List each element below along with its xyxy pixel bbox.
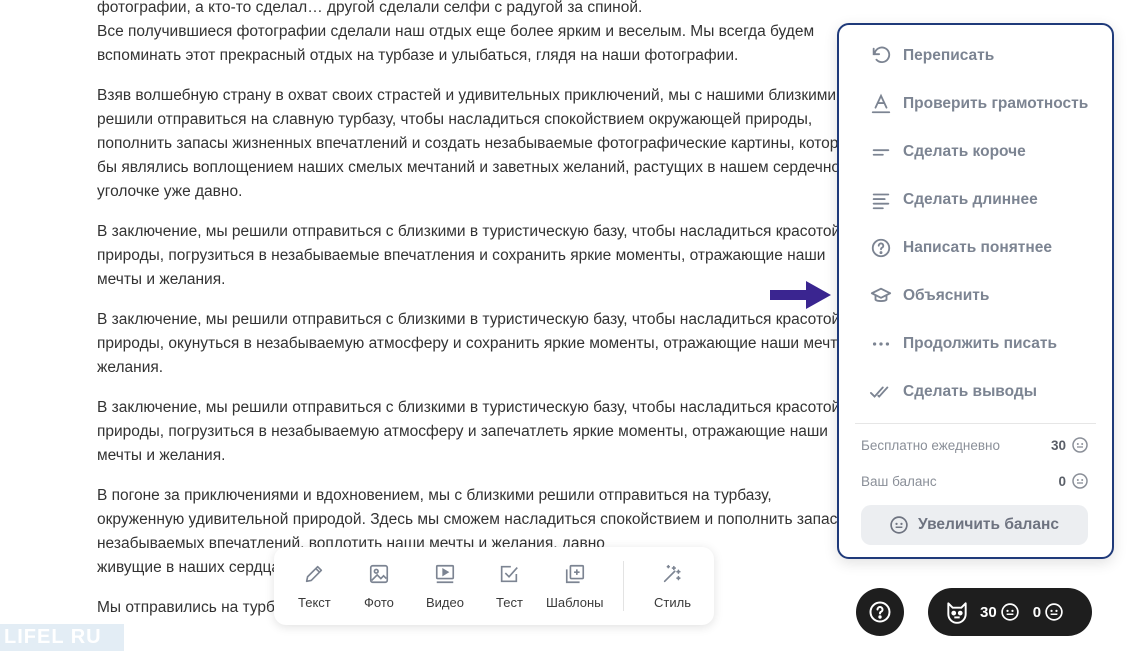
graduation-cap-icon xyxy=(869,284,893,308)
menu-item-label: Проверить грамотность xyxy=(903,95,1089,112)
increase-balance-button[interactable]: Увеличить баланс xyxy=(861,505,1088,545)
paragraph-line: В заключение, мы решили отправиться с бл… xyxy=(97,311,841,328)
menu-item-lengthen[interactable]: Сделать длиннее xyxy=(869,185,1099,215)
balance-value-wrap: 0 xyxy=(1058,473,1088,489)
paragraph-line: В заключение, мы решили отправиться с бл… xyxy=(97,399,841,416)
coin-icon xyxy=(1000,603,1019,621)
paragraph-line: вспоминать этот прекрасный отдых на турб… xyxy=(97,47,739,64)
coin-icon xyxy=(1072,437,1088,453)
balance-value: 0 xyxy=(1058,473,1066,489)
menu-item-shorten[interactable]: Сделать короче xyxy=(869,137,1099,167)
paragraph-line: природы, погрузиться в незабываемую атмо… xyxy=(97,423,828,440)
paragraph-line: Все получившиеся фотографии сделали наш … xyxy=(97,23,815,40)
menu-item-clarify[interactable]: Написать понятнее xyxy=(869,233,1099,263)
coin-icon xyxy=(890,516,908,534)
paragraph-line: В погоне за приключениями и вдохновением… xyxy=(97,487,772,504)
video-icon xyxy=(432,561,458,587)
long-lines-icon xyxy=(869,188,893,212)
menu-item-explain[interactable]: Объяснить xyxy=(869,281,1099,311)
paragraph-line: Взяв волшебную страну в охват своих стра… xyxy=(97,87,837,104)
tool-video[interactable]: Видео xyxy=(426,561,464,610)
menu-item-label: Сделать длиннее xyxy=(903,191,1038,208)
ellipsis-icon xyxy=(869,332,893,356)
menu-item-continue[interactable]: Продолжить писать xyxy=(869,329,1099,359)
balance-label: Ваш баланс xyxy=(861,473,937,489)
tool-label: Стиль xyxy=(654,595,691,610)
short-lines-icon xyxy=(869,140,893,164)
pointer-arrow-icon xyxy=(770,281,831,309)
pencil-icon xyxy=(301,561,327,587)
double-check-icon xyxy=(869,380,893,404)
paragraph-line: окруженную удивительной природой. Здесь … xyxy=(97,511,838,528)
tool-text[interactable]: Текст xyxy=(298,561,331,610)
menu-item-label: Переписать xyxy=(903,47,995,64)
menu-item-label: Сделать короче xyxy=(903,143,1026,160)
tool-templates[interactable]: Шаблоны xyxy=(546,561,604,610)
free-daily-label: Бесплатно ежедневно xyxy=(861,437,1000,453)
menu-item-label: Объяснить xyxy=(903,287,990,304)
paragraph-line: В заключение, мы решили отправиться с бл… xyxy=(97,223,841,240)
templates-icon xyxy=(562,561,588,587)
coin-icon xyxy=(1045,603,1063,621)
balance-widget[interactable]: 30 0 xyxy=(928,588,1092,636)
ai-actions-menu: Переписать Проверить грамотность Сделать… xyxy=(837,23,1114,559)
checkbox-icon xyxy=(496,561,522,587)
paragraph-line: мечты и желания. xyxy=(97,271,226,288)
magic-wand-icon xyxy=(659,561,685,587)
menu-item-label: Продолжить писать xyxy=(903,335,1058,352)
paragraph-line: живущие в наших сердцах. xyxy=(97,559,293,576)
paragraph-line: уголочке уже давно. xyxy=(97,183,243,200)
tool-style[interactable]: Стиль xyxy=(654,561,691,610)
menu-item-conclusions[interactable]: Сделать выводы xyxy=(869,377,1099,407)
paragraph-line: природы, окунуться в незабываемую атмосф… xyxy=(97,335,857,352)
spellcheck-icon xyxy=(869,92,893,116)
increase-balance-label: Увеличить баланс xyxy=(918,516,1059,533)
menu-item-label: Написать понятнее xyxy=(903,239,1052,256)
paragraph-line: решили отправиться на славную турбазу, ч… xyxy=(97,111,813,128)
robot-cat-icon xyxy=(947,602,967,624)
free-daily-value-wrap: 30 xyxy=(1051,437,1088,453)
paragraph-line: природы, погрузиться в незабываемые впеч… xyxy=(97,247,826,264)
paragraph-1: фотографии, а кто-то сделал… другой сдел… xyxy=(97,0,857,20)
coin-icon xyxy=(1072,473,1088,489)
undo-icon xyxy=(869,44,893,68)
toolbar-divider xyxy=(623,561,624,611)
menu-item-label: Сделать выводы xyxy=(903,383,1037,400)
paragraph-3: Взяв волшебную страну в охват своих стра… xyxy=(97,84,857,204)
tool-label: Текст xyxy=(298,595,331,610)
tool-test[interactable]: Тест xyxy=(496,561,523,610)
balance-row: Ваш баланс 0 xyxy=(861,471,1088,491)
paragraph-line: пополнить запасы жизненных впечатлений и… xyxy=(97,135,857,152)
image-icon xyxy=(366,561,392,587)
paragraph-6: В заключение, мы решили отправиться с бл… xyxy=(97,396,857,468)
paragraph-line: бы являлись воплощением наших смелых меч… xyxy=(97,159,851,176)
tool-label: Фото xyxy=(364,595,394,610)
paragraph-4: В заключение, мы решили отправиться с бл… xyxy=(97,220,857,292)
insert-toolbar: Текст Фото Видео Тест Шаблоны Стиль xyxy=(274,547,714,625)
question-circle-icon xyxy=(869,236,893,260)
paragraph-2: Все получившиеся фотографии сделали наш … xyxy=(97,20,857,68)
balance-count: 0 xyxy=(1032,603,1042,621)
help-button[interactable] xyxy=(856,588,904,636)
paragraph-line: мечты и желания. xyxy=(97,447,226,464)
tool-label: Шаблоны xyxy=(546,595,604,610)
menu-item-rewrite[interactable]: Переписать xyxy=(869,41,1099,71)
free-daily-row: Бесплатно ежедневно 30 xyxy=(861,435,1088,455)
menu-divider xyxy=(855,423,1096,424)
paragraph-5: В заключение, мы решили отправиться с бл… xyxy=(97,308,857,380)
menu-item-spellcheck[interactable]: Проверить грамотность xyxy=(869,89,1099,119)
tool-label: Тест xyxy=(496,595,523,610)
paragraph-line: желания. xyxy=(97,359,164,376)
document-body[interactable]: фотографии, а кто-то сделал… другой сдел… xyxy=(97,0,857,636)
free-count: 30 xyxy=(980,603,997,621)
watermark-logo: LIFEL RU xyxy=(0,624,124,651)
tool-photo[interactable]: Фото xyxy=(364,561,394,610)
paragraph-line: фотографии, а кто-то сделал… другой сдел… xyxy=(97,0,643,16)
watermark-text: LIFEL RU xyxy=(4,626,102,648)
question-circle-icon xyxy=(869,601,891,623)
free-daily-value: 30 xyxy=(1050,437,1066,453)
tool-label: Видео xyxy=(426,595,464,610)
